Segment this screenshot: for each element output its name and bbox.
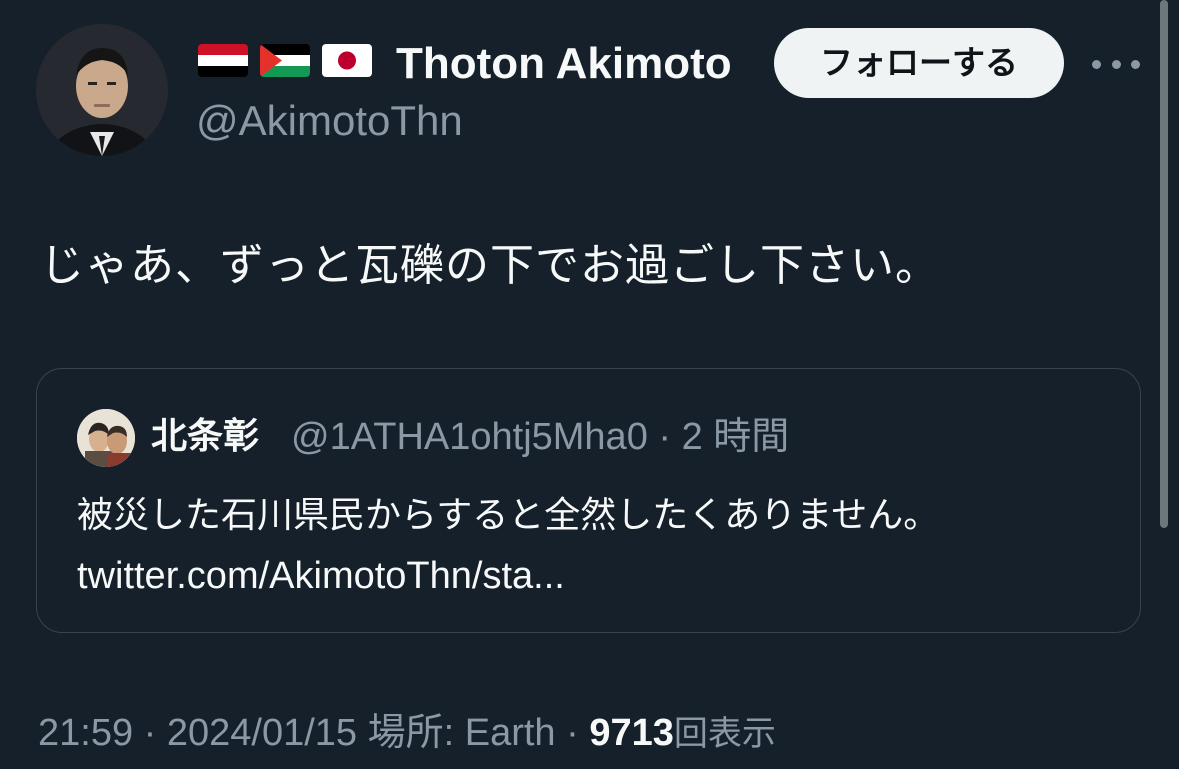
author-avatar[interactable]: [36, 24, 168, 156]
tweet-time[interactable]: 21:59: [38, 712, 133, 754]
scrollbar[interactable]: [1160, 0, 1168, 528]
quoted-tweet-card[interactable]: 北条彰 @1ATHA1ohtj5Mha0 · 2 時間 被災した石川県民からする…: [36, 368, 1141, 633]
tweet-detail-view: Thoton Akimoto @AkimotoThn フォローする じゃあ、ずっ…: [0, 0, 1179, 769]
author-display-name[interactable]: Thoton Akimoto: [396, 36, 732, 92]
tweet-text: じゃあ、ずっと瓦礫の下でお過ごし下さい。: [40, 240, 940, 291]
dot: [1111, 59, 1121, 69]
palestine-flag-icon: [260, 44, 310, 77]
tweet-date[interactable]: 2024/01/15: [167, 712, 357, 754]
quoted-tweet-text: 被災した石川県民からすると全然したくありません。: [77, 495, 940, 536]
dot: [1092, 59, 1101, 69]
quoted-author-meta: @1ATHA1ohtj5Mha0 · 2 時間: [291, 416, 790, 458]
quoted-author-name[interactable]: 北条彰: [151, 413, 259, 461]
quoted-author-avatar[interactable]: [77, 409, 135, 467]
dot: [1131, 59, 1140, 69]
more-options-icon[interactable]: [1092, 50, 1140, 78]
tweet-location: 場所: Earth: [367, 712, 556, 754]
views-label: 回表示: [673, 714, 776, 754]
views-count: 9713: [589, 712, 674, 754]
yemen-flag-icon: [198, 44, 248, 77]
tweet-metadata: 21:59 · 2024/01/15 場所: Earth · 9713回表示: [38, 712, 776, 754]
author-handle[interactable]: @AkimotoThn: [196, 94, 463, 148]
japan-flag-icon: [322, 44, 372, 77]
follow-button[interactable]: フォローする: [774, 28, 1064, 98]
author-flags: [198, 44, 372, 77]
quoted-tweet-link[interactable]: twitter.com/AkimotoThn/sta...: [77, 549, 565, 603]
